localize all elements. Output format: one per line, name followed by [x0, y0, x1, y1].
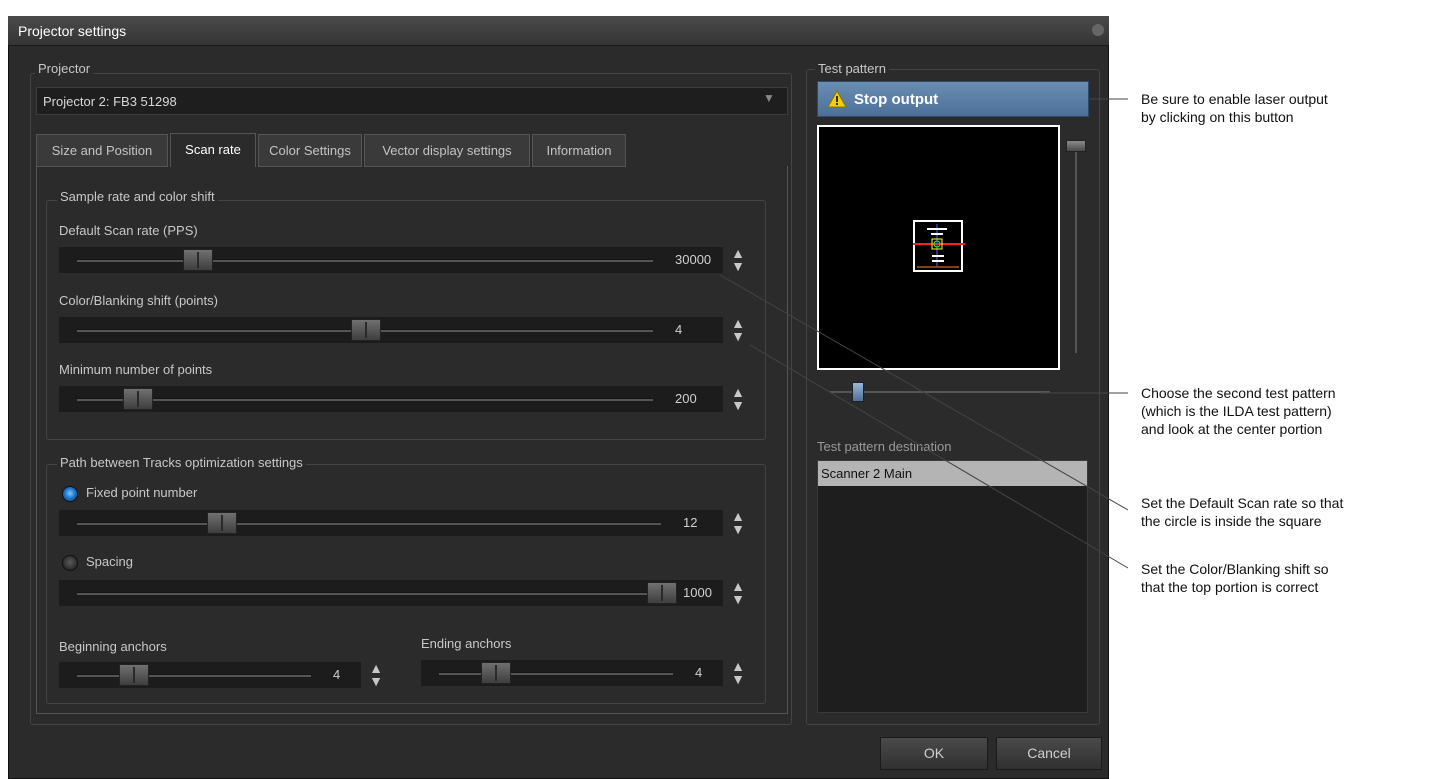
spacing-slider[interactable]	[59, 580, 679, 606]
ilda-test-pattern-image	[913, 220, 965, 272]
test-pattern-label: Test pattern	[815, 61, 889, 76]
spacing-spinner-icon[interactable]: ▲ ▼	[730, 579, 746, 606]
annotation-test-pattern: Choose the second test pattern (which is…	[1141, 384, 1336, 438]
slider-thumb[interactable]	[351, 319, 381, 341]
fixed-point-slider[interactable]	[59, 510, 679, 536]
fixed-point-label: Fixed point number	[86, 485, 198, 500]
slider-thumb[interactable]	[1066, 140, 1086, 152]
spacing-radio[interactable]	[62, 555, 78, 571]
beginning-anchors-label: Beginning anchors	[59, 639, 167, 654]
annotation-text: Choose the second test pattern (which is…	[1141, 385, 1336, 437]
pattern-vertical-slider[interactable]	[1066, 140, 1088, 355]
sample-rate-group-title: Sample rate and color shift	[57, 189, 218, 204]
destination-list[interactable]: Scanner 2 Main	[817, 460, 1088, 713]
min-points-value[interactable]: 200	[671, 386, 723, 412]
scan-rate-slider[interactable]	[59, 247, 671, 273]
cancel-button[interactable]: Cancel	[996, 737, 1102, 770]
ending-anchors-slider[interactable]	[421, 660, 691, 686]
fixed-point-value[interactable]: 12	[679, 510, 723, 536]
min-points-slider[interactable]	[59, 386, 671, 412]
slider-thumb[interactable]	[852, 382, 864, 402]
tab-information[interactable]: Information	[532, 134, 626, 167]
projector-dropdown[interactable]: Projector 2: FB3 51298 ▼	[36, 87, 788, 115]
min-points-label: Minimum number of points	[59, 362, 213, 377]
annotation-text: Set the Default Scan rate so that the ci…	[1141, 495, 1344, 529]
spacing-label: Spacing	[86, 554, 133, 569]
beginning-anchors-value[interactable]: 4	[329, 662, 361, 688]
tab-color-settings[interactable]: Color Settings	[258, 134, 362, 167]
tab-size-and-position[interactable]: Size and Position	[36, 134, 168, 167]
beginning-anchors-spinner-icon[interactable]: ▲ ▼	[368, 661, 384, 688]
slider-thumb[interactable]	[647, 582, 677, 604]
ending-anchors-spinner-icon[interactable]: ▲ ▼	[730, 659, 746, 686]
list-item[interactable]: Scanner 2 Main	[818, 461, 1087, 486]
slider-thumb[interactable]	[123, 388, 153, 410]
fixed-point-radio[interactable]	[62, 486, 78, 502]
test-pattern-preview	[817, 125, 1060, 370]
slider-thumb[interactable]	[183, 249, 213, 271]
beginning-anchors-slider[interactable]	[59, 662, 329, 688]
window-title: Projector settings	[18, 23, 127, 39]
color-shift-value[interactable]: 4	[671, 317, 723, 343]
pattern-horizontal-slider[interactable]	[826, 382, 1054, 412]
projector-label: Projector	[35, 61, 94, 76]
warning-icon	[827, 90, 847, 108]
fixed-point-spinner-icon[interactable]: ▲ ▼	[730, 509, 746, 536]
annotation-text: Set the Color/Blanking shift so that the…	[1141, 561, 1329, 595]
ok-button[interactable]: OK	[880, 737, 988, 770]
stop-output-label: Stop output	[854, 91, 939, 108]
tab-scan-rate[interactable]: Scan rate	[170, 133, 256, 167]
slider-thumb[interactable]	[207, 512, 237, 534]
title-bar[interactable]: Projector settings	[8, 16, 1109, 46]
spacing-value[interactable]: 1000	[679, 580, 723, 606]
color-shift-label: Color/Blanking shift (points)	[59, 293, 218, 308]
color-shift-spinner-icon[interactable]: ▲ ▼	[730, 316, 746, 343]
path-optimization-group-title: Path between Tracks optimization setting…	[57, 455, 306, 470]
projector-selected-value: Projector 2: FB3 51298	[43, 94, 177, 109]
scan-rate-spinner-icon[interactable]: ▲ ▼	[730, 246, 746, 273]
slider-thumb[interactable]	[481, 662, 511, 684]
window-control-icon[interactable]	[1092, 24, 1104, 36]
scan-rate-label: Default Scan rate (PPS)	[59, 223, 198, 238]
ending-anchors-value[interactable]: 4	[691, 660, 723, 686]
annotation-color-shift: Set the Color/Blanking shift so that the…	[1141, 560, 1329, 596]
ending-anchors-label: Ending anchors	[421, 636, 512, 651]
tab-vector-display-settings[interactable]: Vector display settings	[364, 134, 530, 167]
annotation-scan-rate: Set the Default Scan rate so that the ci…	[1141, 494, 1343, 530]
chevron-down-icon: ▼	[763, 91, 775, 105]
scan-rate-value[interactable]: 30000	[671, 247, 723, 273]
slider-thumb[interactable]	[119, 664, 149, 686]
test-pattern-destination-label: Test pattern destination	[817, 439, 952, 454]
stop-output-button[interactable]: Stop output	[817, 81, 1089, 117]
color-shift-slider[interactable]	[59, 317, 671, 343]
annotation-enable-output: Be sure to enable laser output by clicki…	[1141, 90, 1328, 126]
min-points-spinner-icon[interactable]: ▲ ▼	[730, 385, 746, 412]
annotation-text: Be sure to enable laser output by clicki…	[1141, 91, 1328, 125]
